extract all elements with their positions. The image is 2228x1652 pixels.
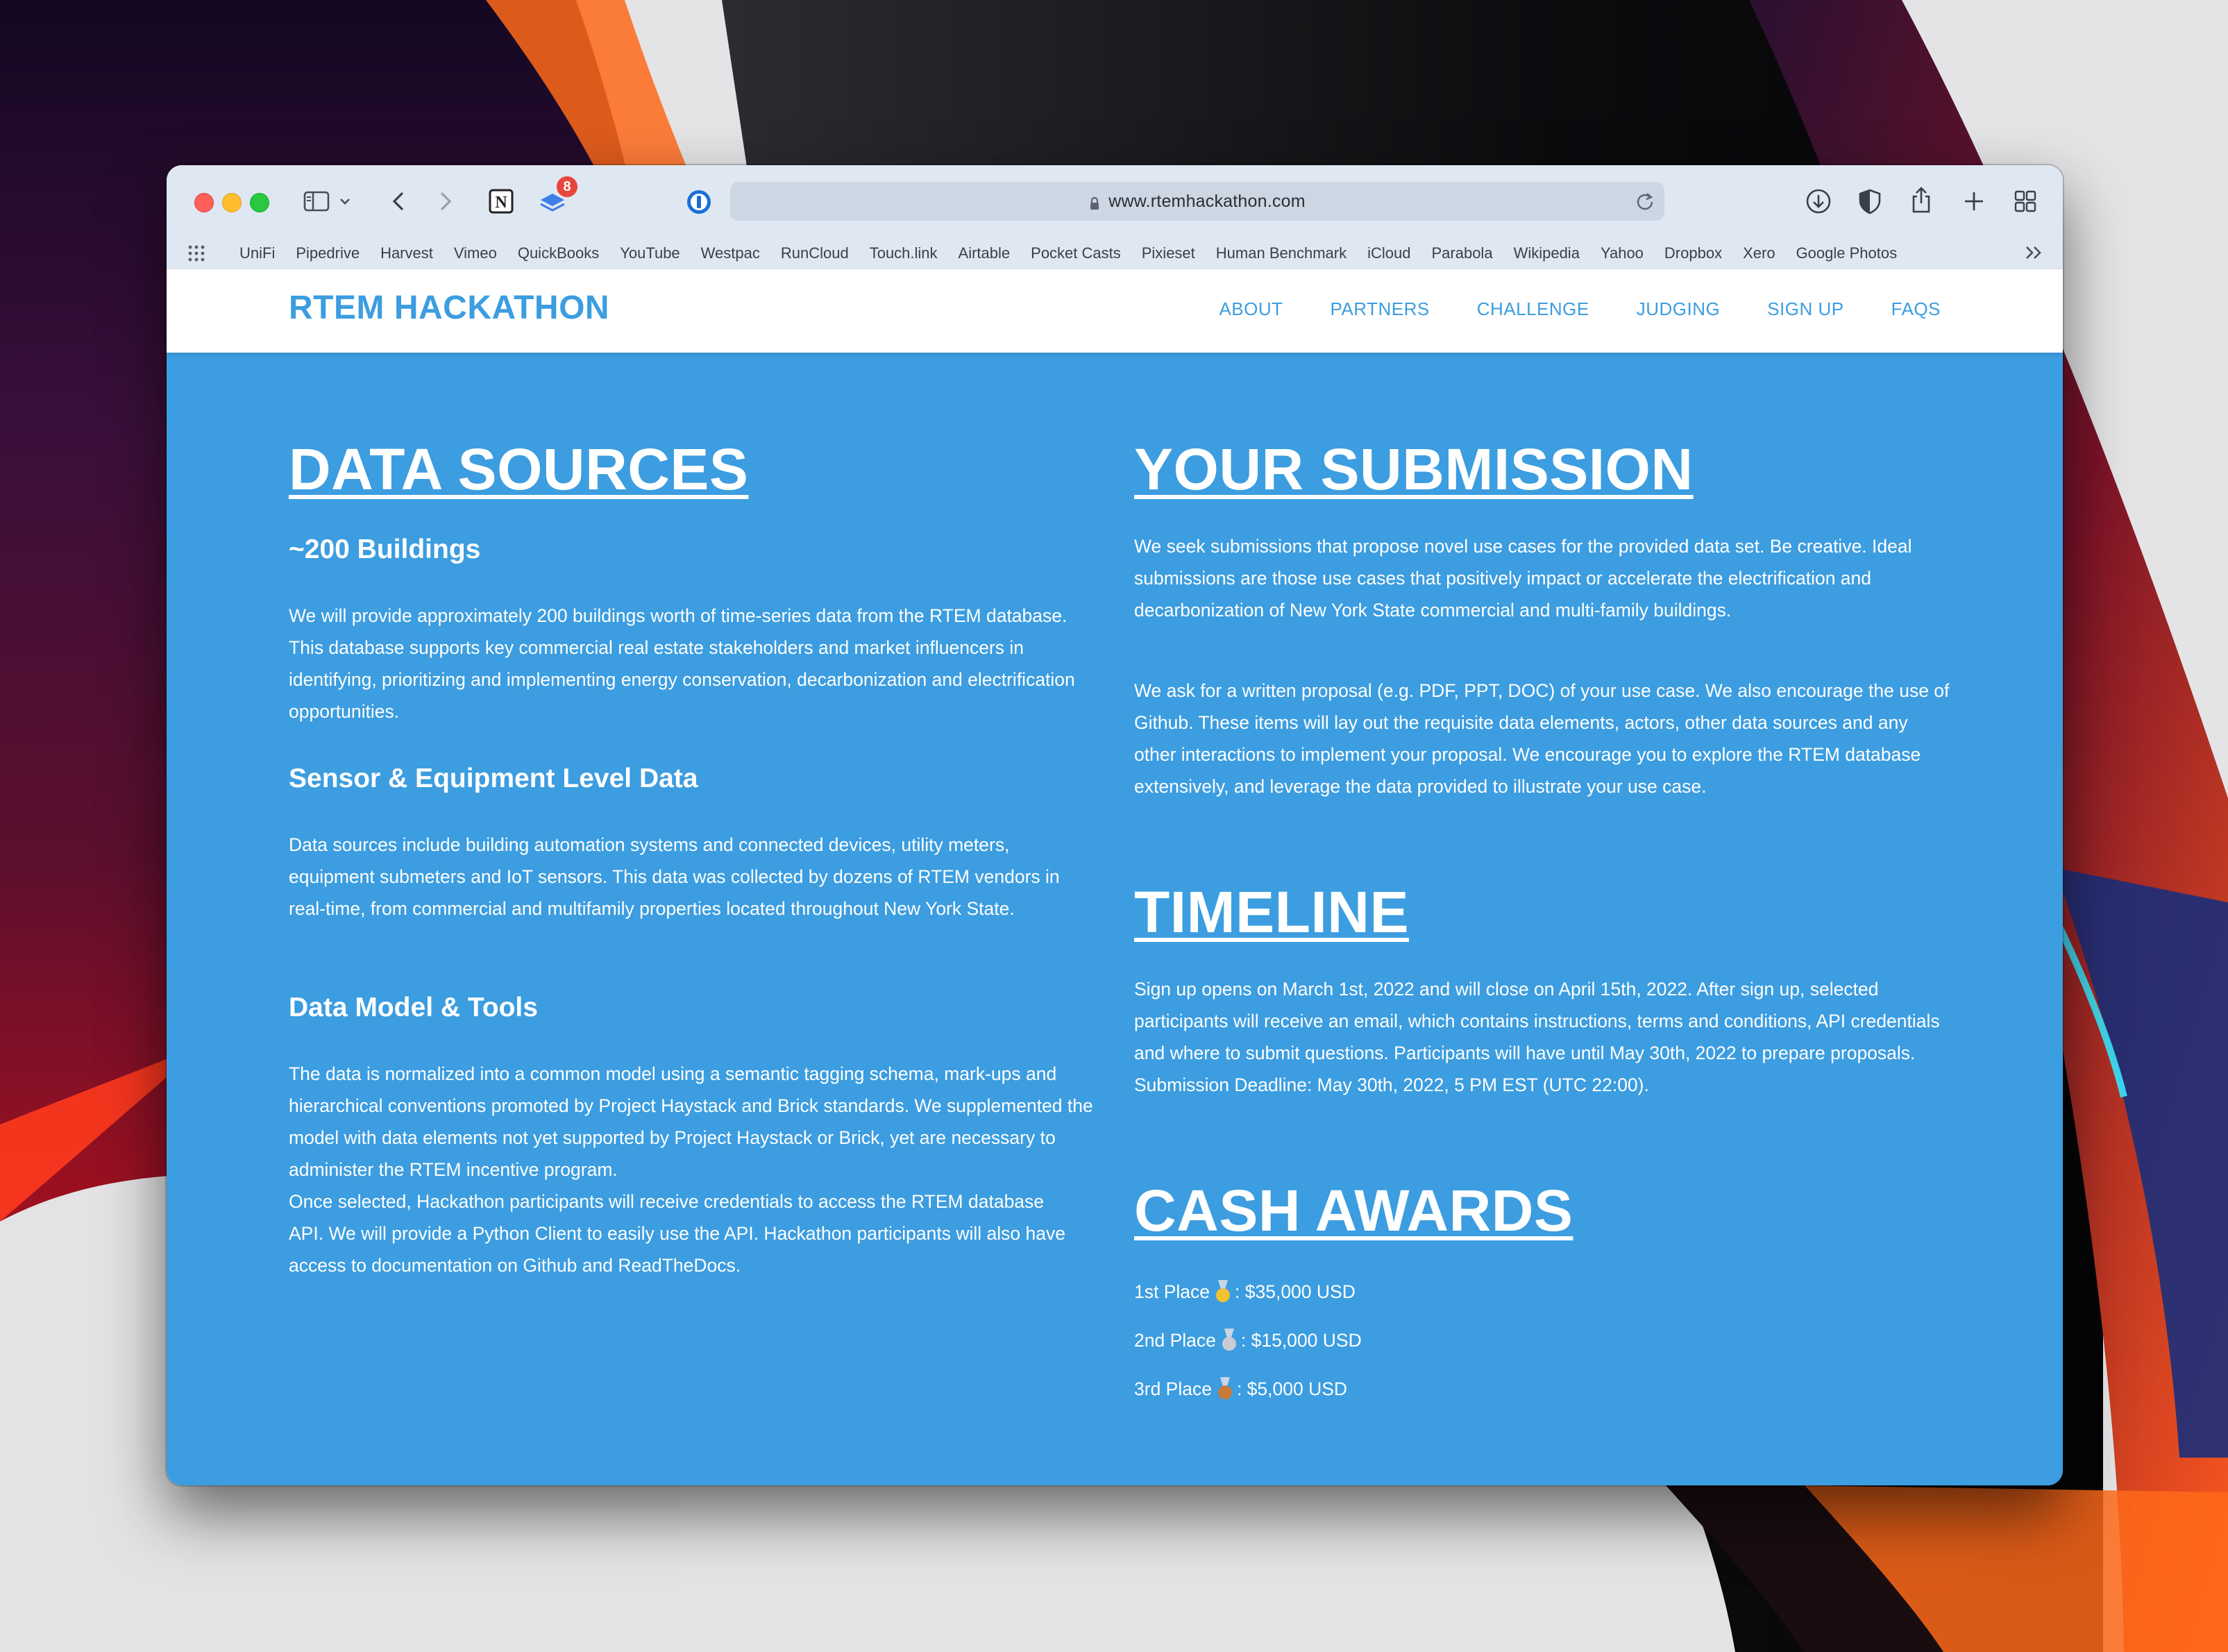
back-icon[interactable]	[386, 187, 410, 215]
submission-text-1: We seek submissions that propose novel u…	[1134, 536, 1912, 621]
bookmark-item[interactable]: Yahoo	[1590, 244, 1654, 262]
bookmark-item[interactable]: Parabola	[1421, 244, 1503, 262]
nav-judging[interactable]: JUDGING	[1637, 298, 1721, 320]
cash-awards-title: CASH AWARDS	[1134, 1178, 1573, 1243]
url-text: www.rtemhackathon.com	[1108, 191, 1306, 211]
bookmark-item[interactable]: YouTube	[609, 244, 690, 262]
extension-badge: 8	[557, 176, 577, 197]
bookmark-item[interactable]: iCloud	[1357, 244, 1421, 262]
bookmark-item[interactable]: Human Benchmark	[1206, 244, 1357, 262]
share-icon[interactable]	[1906, 183, 1936, 217]
section-heading-sensor-data: Sensor & Equipment Level Data	[289, 764, 698, 793]
bookmarks-bar: UniFi Pipedrive Harvest Vimeo QuickBooks YouT…	[167, 237, 2063, 269]
section-heading-data-model: Data Model & Tools	[289, 993, 538, 1022]
award-amount: : $15,000 USD	[1240, 1329, 1362, 1351]
bookmark-item[interactable]: Touch.link	[859, 244, 948, 262]
lock-icon	[1089, 195, 1100, 210]
bookmark-item[interactable]: Xero	[1732, 244, 1785, 262]
browser-toolbar: N 8 www.rtemhackathon.com	[167, 165, 2063, 237]
bookmark-item[interactable]: RunCloud	[770, 244, 859, 262]
timeline-title: TIMELINE	[1134, 879, 1409, 945]
award-place-label: 1st Place	[1134, 1281, 1210, 1302]
section-text-data-model: The data is normalized into a common mod…	[289, 1063, 1093, 1180]
bookmark-item[interactable]: Harvest	[370, 244, 444, 262]
nav-faqs[interactable]: FAQS	[1891, 298, 1941, 320]
site-nav: ABOUT PARTNERS CHALLENGE JUDGING SIGN UP…	[1219, 298, 1941, 320]
bookmark-item[interactable]: Dropbox	[1654, 244, 1732, 262]
reload-icon[interactable]	[1635, 191, 1655, 217]
site-logo[interactable]: RTEM HACKATHON	[289, 289, 609, 327]
section-text-api-access: Once selected, Hackathon participants wi…	[289, 1191, 1065, 1276]
download-icon[interactable]	[1803, 186, 1834, 217]
award-third-place: 3rd Place : $5,000 USD	[1134, 1377, 1347, 1401]
address-bar[interactable]: www.rtemhackathon.com	[730, 182, 1664, 221]
chevron-down-icon[interactable]	[337, 192, 353, 211]
submission-title: YOUR SUBMISSION	[1134, 437, 1694, 502]
plus-icon[interactable]	[1959, 186, 1989, 217]
nav-about[interactable]: ABOUT	[1219, 298, 1283, 320]
shield-icon[interactable]	[1855, 186, 1885, 217]
more-bookmarks-icon[interactable]	[2024, 243, 2045, 267]
svg-text:N: N	[495, 194, 507, 212]
sidebar-icon[interactable]	[301, 187, 332, 215]
onepassword-icon[interactable]	[684, 187, 714, 217]
award-place-label: 3rd Place	[1134, 1378, 1212, 1399]
browser-window: N 8 www.rtemhackathon.com UniFi Pipedriv…	[167, 165, 2063, 1485]
bookmark-item[interactable]: Pocket Casts	[1020, 244, 1131, 262]
bookmark-item[interactable]: UniFi	[229, 244, 285, 262]
tabs-overview-icon[interactable]	[2010, 186, 2041, 217]
section-heading-buildings: ~200 Buildings	[289, 534, 481, 564]
submission-text-2: We ask for a written proposal (e.g. PDF,…	[1134, 680, 1950, 797]
notion-icon[interactable]: N	[486, 186, 516, 217]
section-text-buildings: We will provide approximately 200 buildi…	[289, 605, 1075, 722]
award-amount: : $5,000 USD	[1236, 1378, 1348, 1399]
award-place-label: 2nd Place	[1134, 1329, 1216, 1351]
zoom-window-button[interactable]	[250, 193, 269, 212]
section-text-sensor-data: Data sources include building automation…	[289, 834, 1060, 919]
bookmark-item[interactable]: Wikipedia	[1503, 244, 1590, 262]
timeline-text: Sign up opens on March 1st, 2022 and wil…	[1134, 979, 1940, 1095]
award-amount: : $35,000 USD	[1235, 1281, 1356, 1302]
forward-icon[interactable]	[434, 187, 458, 215]
bookmark-list: UniFi Pipedrive Harvest Vimeo QuickBooks YouT…	[229, 237, 1907, 269]
minimize-window-button[interactable]	[222, 193, 242, 212]
data-sources-title: DATA SOURCES	[289, 437, 749, 502]
close-window-button[interactable]	[194, 193, 214, 212]
gold-medal-icon	[1215, 1280, 1231, 1304]
bookmark-item[interactable]: Pixieset	[1131, 244, 1206, 262]
browser-titlebar: N 8 www.rtemhackathon.com UniFi Pipedriv…	[167, 165, 2063, 270]
bookmark-item[interactable]: Airtable	[948, 244, 1021, 262]
bookmark-item[interactable]: Vimeo	[444, 244, 507, 262]
silver-medal-icon	[1222, 1329, 1237, 1352]
nav-challenge[interactable]: CHALLENGE	[1477, 298, 1589, 320]
bookmark-item[interactable]: Pipedrive	[285, 244, 370, 262]
bookmark-item[interactable]: Westpac	[691, 244, 770, 262]
site-header: RTEM HACKATHON ABOUT PARTNERS CHALLENGE …	[167, 269, 2063, 353]
award-second-place: 2nd Place : $15,000 USD	[1134, 1329, 1362, 1352]
bookmark-item[interactable]: Google Photos	[1786, 244, 1908, 262]
nav-sign-up[interactable]: SIGN UP	[1767, 298, 1843, 320]
bookmark-item[interactable]: QuickBooks	[507, 244, 609, 262]
award-first-place: 1st Place : $35,000 USD	[1134, 1280, 1356, 1304]
bronze-medal-icon	[1217, 1377, 1233, 1401]
main-content: DATA SOURCES ~200 Buildings We will prov…	[167, 353, 2063, 1485]
apps-grid-icon[interactable]	[187, 244, 205, 262]
nav-partners[interactable]: PARTNERS	[1331, 298, 1430, 320]
